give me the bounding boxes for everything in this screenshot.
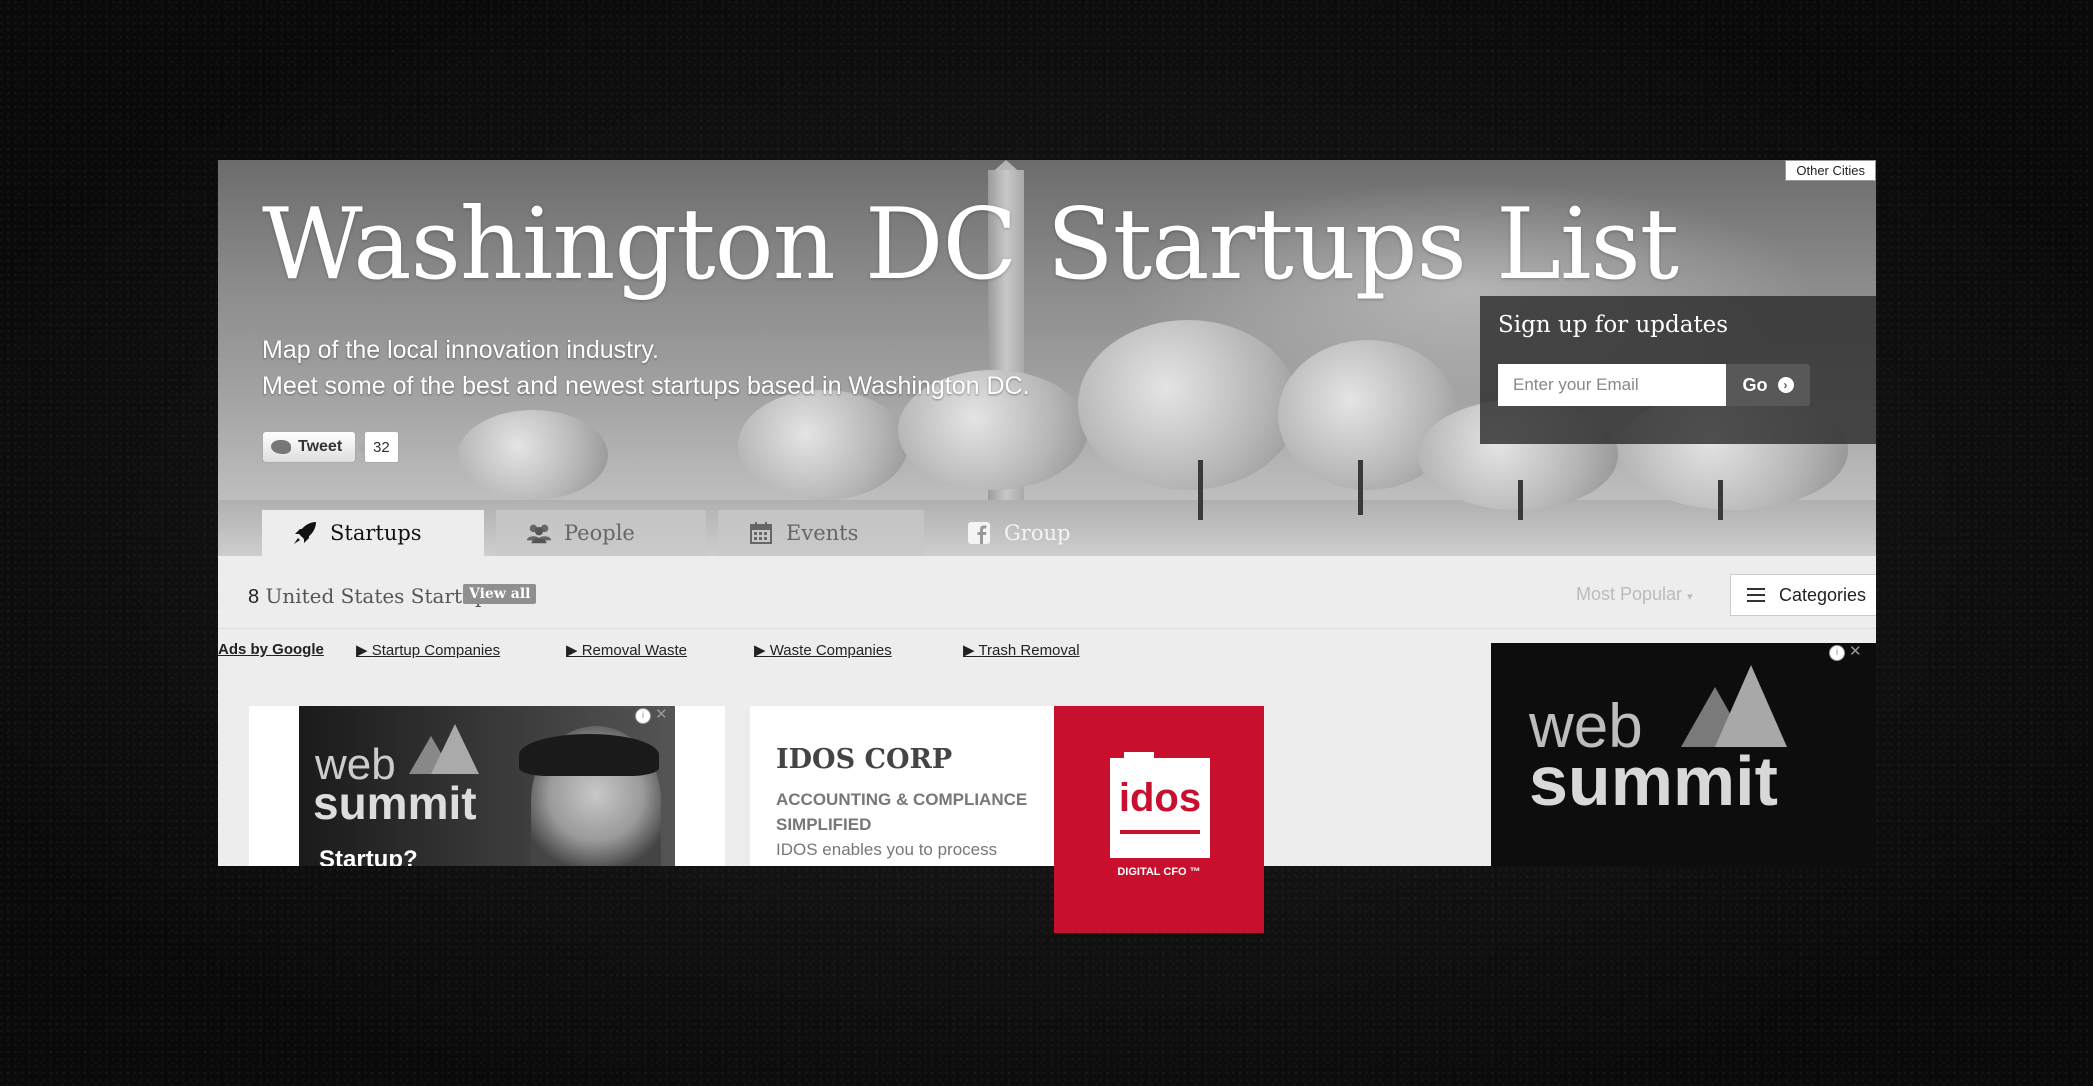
ad-close-icon[interactable]: ✕ <box>655 707 668 722</box>
ad-link[interactable]: ▶ Trash Removal <box>963 641 1080 659</box>
tab-group[interactable]: Group <box>936 510 1116 556</box>
signup-title: Sign up for updates <box>1498 312 1729 338</box>
idos-logo-text: idos <box>1118 776 1202 820</box>
idos-ad-card[interactable]: IDOS CORP ACCOUNTING & COMPLIANCE SIMPLI… <box>750 706 1055 866</box>
ad-link[interactable]: ▶ Startup Companies <box>356 641 500 659</box>
tweet-count: 32 <box>358 431 399 463</box>
subtitle-line-1: Map of the local innovation industry. <box>262 336 659 364</box>
email-input[interactable] <box>1498 364 1726 406</box>
tab-label: Group <box>1004 521 1071 545</box>
subtitle-line-2: Meet some of the best and newest startup… <box>262 372 1030 400</box>
go-label: Go <box>1742 374 1768 395</box>
websummit-word-summit: summit <box>1529 742 1778 820</box>
idos-ad-line-2: SIMPLIFIED <box>776 815 872 834</box>
ad-link[interactable]: ▶ Waste Companies <box>754 641 892 659</box>
idos-ad-description: IDOS enables you to process <box>776 840 998 859</box>
sort-label: Most Popular <box>1576 584 1683 604</box>
sort-dropdown[interactable]: Most Popular ▾ <box>1576 584 1693 605</box>
tab-events[interactable]: Events <box>718 510 924 556</box>
folder-tab <box>1124 752 1154 760</box>
people-icon <box>526 520 552 546</box>
websummit-teaser: Startup? <box>319 846 418 866</box>
websummit-word-summit: summit <box>313 777 477 829</box>
rocket-icon <box>292 520 318 546</box>
idos-ad-title: IDOS CORP <box>776 744 953 775</box>
idos-logo-underline <box>1120 830 1200 834</box>
tree <box>738 390 908 500</box>
tree <box>1078 320 1298 490</box>
idos-ad-logo-panel[interactable]: idos DIGITAL CFO ™ <box>1054 706 1264 933</box>
tab-label: Startups <box>330 521 422 545</box>
tab-startups[interactable]: Startups <box>262 510 484 556</box>
categories-button[interactable]: Categories <box>1730 574 1876 616</box>
calendar-icon <box>748 520 774 546</box>
ad-links-row: Ads by Google ▶ Startup Companies ▶ Remo… <box>218 641 1418 665</box>
tree <box>458 410 608 500</box>
ads-by-google-link[interactable]: Ads by Google <box>218 641 324 658</box>
tab-label: Events <box>786 521 859 545</box>
browser-page: Other Cities Washington DC Startups List… <box>218 160 1876 866</box>
cap-shape <box>519 734 659 776</box>
results-toolbar: 8 United States Startups View all Most P… <box>218 556 1876 629</box>
tree-trunk <box>1518 480 1523 520</box>
view-all-button[interactable]: View all <box>463 584 537 604</box>
tweet-label: Tweet <box>298 438 343 455</box>
websummit-side-ad[interactable]: web summit i ✕ <box>1491 643 1876 866</box>
tree-trunk <box>1718 480 1723 520</box>
startup-count-number: 8 <box>248 586 260 608</box>
categories-label: Categories <box>1779 584 1867 605</box>
other-cities-link[interactable]: Other Cities <box>1785 160 1876 181</box>
websummit-ad-banner[interactable]: web summit Startup? i ✕ <box>299 706 675 866</box>
idos-logo: idos <box>1110 752 1210 858</box>
chevron-right-icon: › <box>1777 377 1794 393</box>
idos-ad-line-1: ACCOUNTING & COMPLIANCE <box>776 790 1028 809</box>
hero-banner: Other Cities Washington DC Startups List… <box>218 160 1876 556</box>
ad-info-icon[interactable]: i <box>635 708 651 724</box>
go-button[interactable]: Go › <box>1726 364 1810 406</box>
ad-close-icon[interactable]: ✕ <box>1849 644 1862 659</box>
facebook-icon <box>966 520 992 546</box>
mountain-logo-icon <box>409 724 479 774</box>
mountain-logo-icon <box>1681 665 1787 747</box>
ad-link[interactable]: ▶ Removal Waste <box>566 641 687 659</box>
tab-label: People <box>564 521 635 545</box>
signup-panel: Sign up for updates Go › <box>1480 296 1876 444</box>
ad-info-icon[interactable]: i <box>1829 645 1845 661</box>
list-icon <box>1747 588 1765 602</box>
tab-people[interactable]: People <box>496 510 706 556</box>
tweet-button[interactable]: Tweet <box>262 431 356 463</box>
tree-trunk <box>1358 460 1363 515</box>
idos-tagline: DIGITAL CFO ™ <box>1117 866 1201 878</box>
tree-trunk <box>1198 460 1203 520</box>
startup-count: 8 United States Startups <box>248 584 498 609</box>
caret-down-icon: ▾ <box>1687 591 1693 603</box>
twitter-bird-icon <box>271 440 291 454</box>
websummit-ad-card[interactable]: web summit Startup? i ✕ <box>249 706 725 866</box>
page-title: Washington DC Startups List <box>262 188 1679 302</box>
